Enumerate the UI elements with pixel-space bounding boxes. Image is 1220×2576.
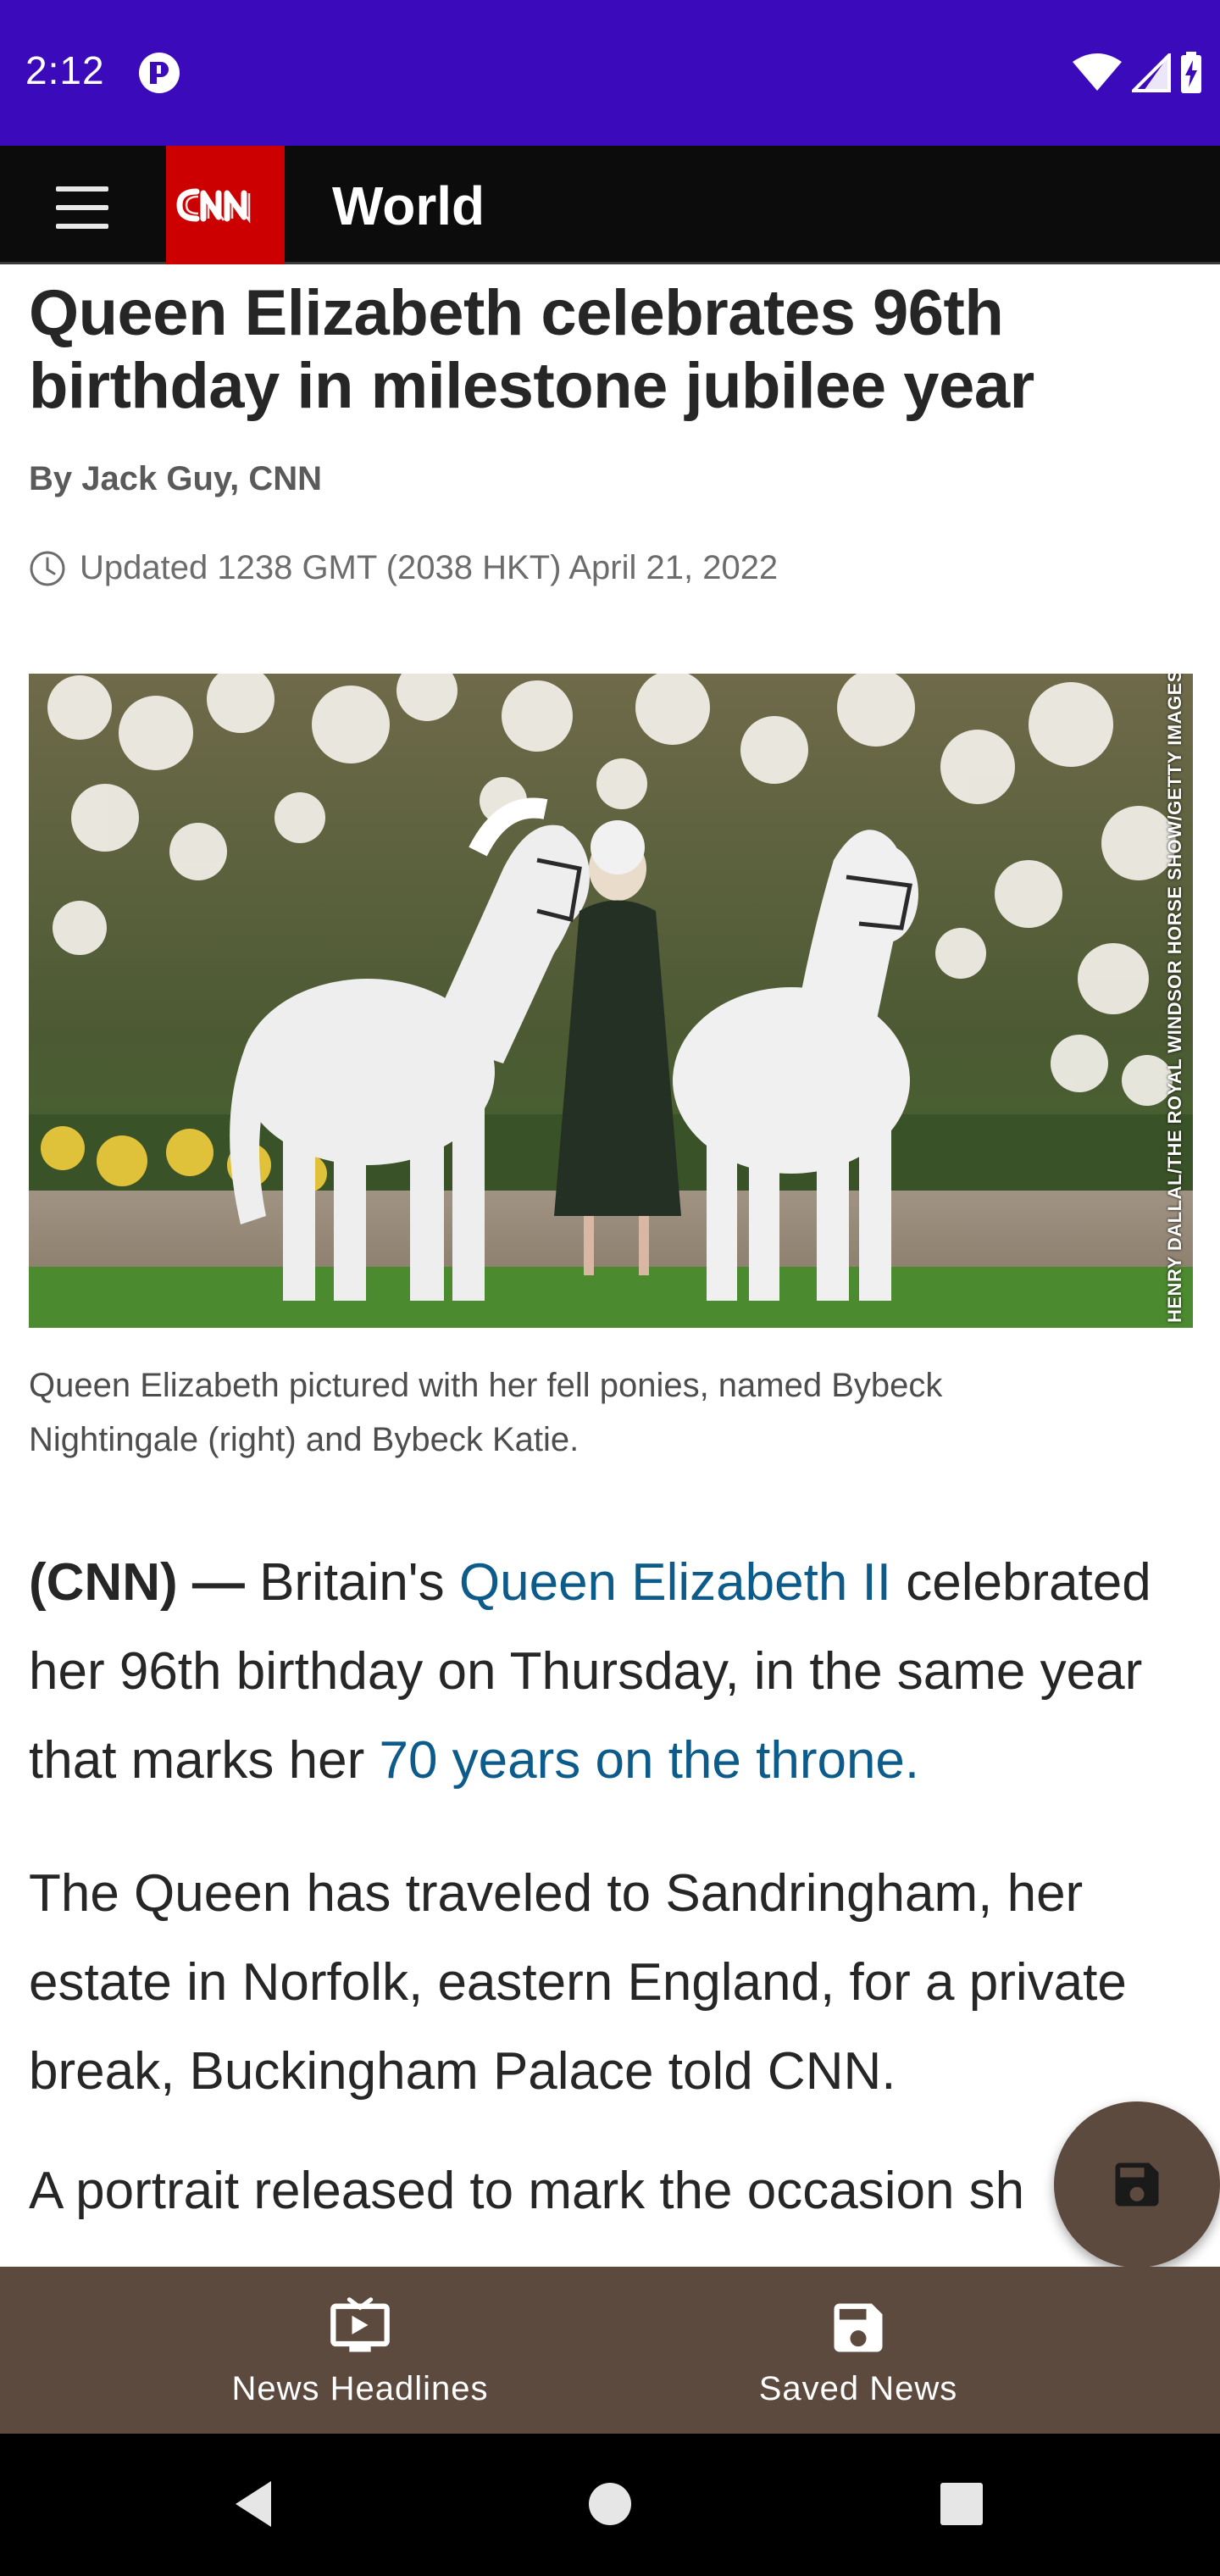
cnn-logo[interactable] xyxy=(166,146,285,264)
article-paragraph-2: The Queen has traveled to Sandringham, h… xyxy=(29,1864,1127,2101)
photo-caption: Queen Elizabeth pictured with her fell p… xyxy=(29,1367,943,1458)
photo-credit: HENRY DALLAL/THE ROYAL WINDSOR HORSE SHO… xyxy=(1164,674,1185,1323)
section-title: World xyxy=(332,175,485,236)
battery-charging-icon xyxy=(1181,52,1201,93)
cell-signal-icon xyxy=(1132,53,1171,92)
hamburger-menu-icon[interactable] xyxy=(44,178,120,237)
article-byline: By Jack Guy, CNN xyxy=(29,460,323,497)
nav-item-news-headlines[interactable]: News Headlines xyxy=(106,2267,614,2434)
article-paragraph-3: A portrait released to mark the occasion… xyxy=(29,2162,1025,2220)
dateline: (CNN) — xyxy=(29,1553,245,1612)
article-updated: Updated 1238 GMT (2038 HKT) April 21, 20… xyxy=(29,549,778,587)
app-notification-icon xyxy=(139,53,180,93)
article-headline: Queen Elizabeth celebrates 96th birthday… xyxy=(29,277,1034,422)
home-icon[interactable] xyxy=(572,2466,648,2542)
paragraph-text: Britain's xyxy=(244,1553,459,1612)
article-content: Queen Elizabeth celebrates 96th birthday… xyxy=(0,267,1220,2267)
status-icons xyxy=(1071,49,1203,97)
cnn-logo-mark xyxy=(176,188,251,224)
save-icon xyxy=(1115,2162,1159,2207)
article-paragraph-1: (CNN) — Britain's Queen Elizabeth II cel… xyxy=(29,1538,1198,1805)
back-icon[interactable] xyxy=(217,2466,293,2542)
nav-label: Saved News xyxy=(758,2370,958,2407)
system-navigation-bar xyxy=(0,2434,1220,2576)
queen-with-ponies-image xyxy=(29,674,1193,1328)
status-time: 2:12 xyxy=(25,48,105,92)
tv-play-icon xyxy=(330,2297,390,2352)
app-bar: World xyxy=(0,146,1220,264)
save-article-fab[interactable] xyxy=(1054,2101,1220,2268)
nav-item-saved-news[interactable]: Saved News xyxy=(604,2267,1112,2434)
link-70-years-on-throne[interactable]: 70 years on the throne. xyxy=(379,1731,919,1790)
bottom-navigation: News Headlines Saved News xyxy=(0,2267,1220,2434)
article-photo[interactable]: HENRY DALLAL/THE ROYAL WINDSOR HORSE SHO… xyxy=(29,674,1193,1328)
status-bar: 2:12 xyxy=(0,0,1220,146)
updated-timestamp: Updated 1238 GMT (2038 HKT) April 21, 20… xyxy=(80,549,779,586)
recents-icon[interactable] xyxy=(923,2466,1000,2542)
save-icon xyxy=(834,2303,883,2352)
clock-icon xyxy=(30,551,65,586)
wifi-icon xyxy=(1073,53,1122,91)
link-queen-elizabeth-ii[interactable]: Queen Elizabeth II xyxy=(459,1553,891,1612)
nav-label: News Headlines xyxy=(231,2370,489,2407)
